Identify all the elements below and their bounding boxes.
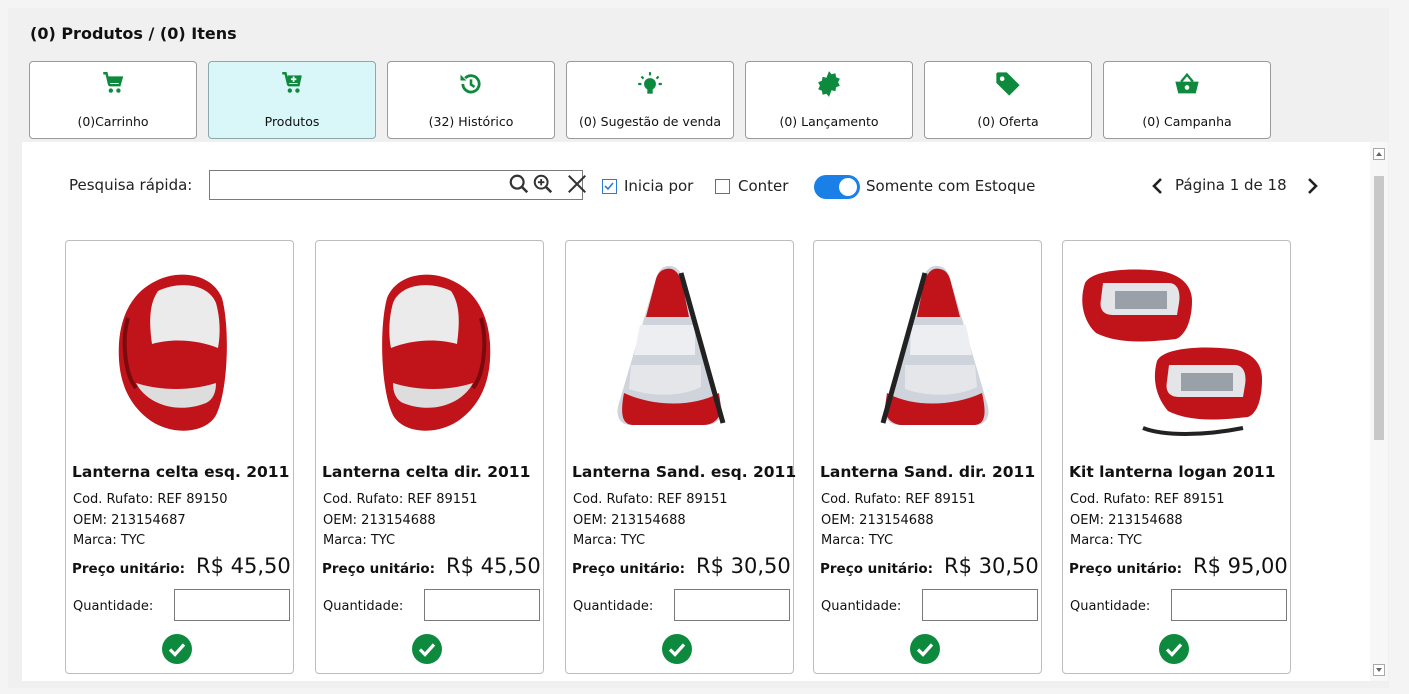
inicia-por-label: Inicia por	[624, 177, 694, 195]
tab-label: Produtos	[264, 114, 320, 129]
tab-produtos[interactable]: Produtos	[208, 61, 376, 139]
tail-light-icon	[576, 253, 783, 453]
tab-campanha[interactable]: (0) Campanha	[1103, 61, 1271, 139]
product-title: Lanterna celta esq. 2011	[72, 463, 290, 481]
product-cod: Cod. Rufato: REF 89150	[73, 492, 228, 507]
inicia-por-checkbox[interactable]	[602, 179, 617, 194]
tab-historico[interactable]: (32) Histórico	[387, 61, 555, 139]
somente-estoque-toggle[interactable]	[814, 175, 860, 199]
somente-estoque-label: Somente com Estoque	[866, 177, 1036, 195]
product-marca: Marca: TYC	[323, 533, 396, 548]
search-label: Pesquisa rápida:	[69, 176, 193, 194]
confirm-check-icon[interactable]	[161, 633, 193, 665]
tab-sugestao[interactable]: (0) Sugestão de venda	[566, 61, 734, 139]
cart-plus-icon	[209, 70, 375, 98]
product-cod: Cod. Rufato: REF 89151	[821, 492, 976, 507]
product-oem: OEM: 213154688	[1070, 513, 1183, 528]
close-icon[interactable]	[564, 171, 590, 197]
tab-label: (0) Sugestão de venda	[578, 114, 722, 129]
history-icon	[388, 70, 554, 98]
zoom-in-icon[interactable]	[530, 171, 556, 197]
product-card: Lanterna Sand. dir. 2011 Cod. Rufato: RE…	[813, 240, 1042, 674]
app-frame: (0) Produtos / (0) Itens (0)Carrinho Pro…	[8, 8, 1389, 688]
tab-label: (0) Oferta	[977, 114, 1039, 129]
chevron-left-icon[interactable]	[1150, 176, 1166, 196]
tab-label: (0) Campanha	[1142, 114, 1232, 129]
product-card: Lanterna celta dir. 2011 Cod. Rufato: RE…	[315, 240, 544, 674]
tab-label: (0)Carrinho	[77, 114, 149, 129]
vertical-scrollbar[interactable]	[1370, 142, 1388, 681]
price-value: R$ 45,50	[446, 554, 541, 578]
quantity-label: Quantidade:	[821, 599, 902, 614]
tab-oferta[interactable]: (0) Oferta	[924, 61, 1092, 139]
quantity-input[interactable]	[922, 589, 1038, 621]
product-card: Lanterna Sand. esq. 2011 Cod. Rufato: RE…	[565, 240, 797, 674]
product-oem: OEM: 213154688	[821, 513, 934, 528]
product-marca: Marca: TYC	[1070, 533, 1143, 548]
quantity-input[interactable]	[1171, 589, 1287, 621]
search-bar: Pesquisa rápida: Inicia por Conter Somen…	[22, 142, 1362, 200]
scrollbar-thumb[interactable]	[1374, 176, 1384, 440]
product-oem: OEM: 213154688	[323, 513, 436, 528]
lightbulb-icon	[567, 70, 733, 98]
quantity-label: Quantidade:	[323, 599, 404, 614]
tail-light-right-icon	[326, 253, 533, 453]
conter-checkbox[interactable]	[715, 179, 730, 194]
product-cod: Cod. Rufato: REF 89151	[323, 492, 478, 507]
quantity-input[interactable]	[674, 589, 790, 621]
tail-light-icon	[824, 253, 1031, 453]
price-value: R$ 30,50	[696, 554, 791, 578]
quantity-label: Quantidade:	[1070, 599, 1151, 614]
basket-icon	[1104, 70, 1270, 98]
products-panel: Pesquisa rápida: Inicia por Conter Somen…	[22, 142, 1388, 681]
product-card: Kit lanterna logan 2011 Cod. Rufato: REF…	[1062, 240, 1291, 674]
product-marca: Marca: TYC	[73, 533, 146, 548]
quantity-input[interactable]	[174, 589, 290, 621]
product-card: Lanterna celta esq. 2011 Cod. Rufato: RE…	[65, 240, 294, 674]
product-title: Kit lanterna logan 2011	[1069, 463, 1276, 481]
product-marca: Marca: TYC	[821, 533, 894, 548]
page-title: (0) Produtos / (0) Itens	[30, 24, 237, 43]
conter-label: Conter	[738, 177, 789, 195]
tab-lancamento[interactable]: (0) Lançamento	[745, 61, 913, 139]
price-label: Preço unitário:	[820, 561, 934, 577]
tab-carrinho[interactable]: (0)Carrinho	[29, 61, 197, 139]
product-title: Lanterna Sand. esq. 2011	[572, 463, 797, 481]
product-cod: Cod. Rufato: REF 89151	[573, 492, 728, 507]
scroll-up-icon[interactable]	[1373, 148, 1385, 160]
cart-icon	[30, 70, 196, 98]
product-marca: Marca: TYC	[573, 533, 646, 548]
scroll-down-icon[interactable]	[1373, 664, 1385, 676]
product-cod: Cod. Rufato: REF 89151	[1070, 492, 1225, 507]
product-title: Lanterna celta dir. 2011	[322, 463, 531, 481]
confirm-check-icon[interactable]	[661, 633, 693, 665]
tab-label: (32) Histórico	[428, 114, 514, 129]
toggle-knob	[839, 178, 857, 196]
tail-light-kit-icon	[1073, 253, 1280, 453]
product-oem: OEM: 213154687	[73, 513, 186, 528]
product-title: Lanterna Sand. dir. 2011	[820, 463, 1036, 481]
price-label: Preço unitário:	[1069, 561, 1183, 577]
product-oem: OEM: 213154688	[573, 513, 686, 528]
quantity-label: Quantidade:	[73, 599, 154, 614]
pagination-label: Página 1 de 18	[1175, 176, 1287, 194]
chevron-right-icon[interactable]	[1304, 176, 1320, 196]
confirm-check-icon[interactable]	[411, 633, 443, 665]
tab-label: (0) Lançamento	[779, 114, 879, 129]
tail-light-left-icon	[76, 253, 283, 453]
search-icon[interactable]	[506, 171, 532, 197]
confirm-check-icon[interactable]	[909, 633, 941, 665]
price-label: Preço unitário:	[322, 561, 436, 577]
price-label: Preço unitário:	[72, 561, 186, 577]
price-value: R$ 45,50	[196, 554, 291, 578]
price-value: R$ 95,00	[1193, 554, 1288, 578]
price-label: Preço unitário:	[572, 561, 686, 577]
quantity-input[interactable]	[424, 589, 540, 621]
confirm-check-icon[interactable]	[1158, 633, 1190, 665]
quantity-label: Quantidade:	[573, 599, 654, 614]
tag-icon	[925, 70, 1091, 98]
badge-star-icon	[746, 70, 912, 98]
price-value: R$ 30,50	[944, 554, 1039, 578]
